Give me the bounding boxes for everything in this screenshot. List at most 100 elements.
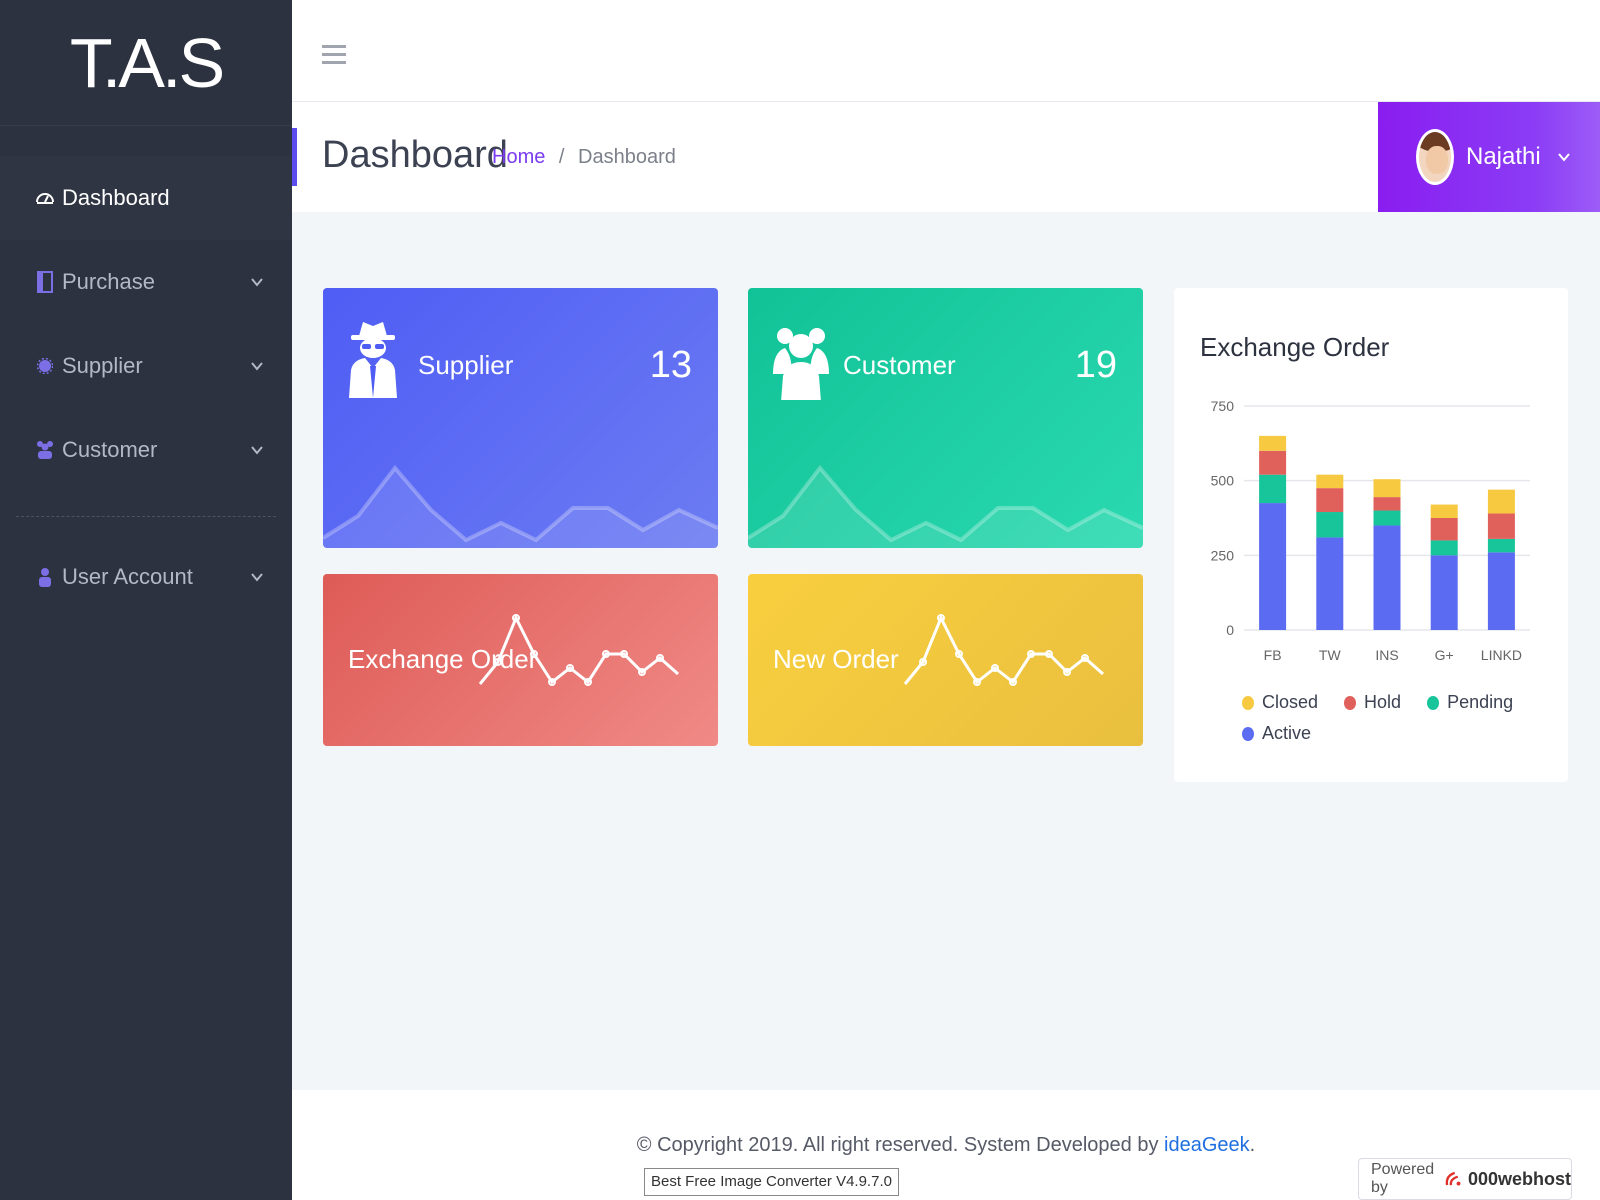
exchange-order-chart-panel: Exchange Order 0 250 500 750 FB TW INS G+ LINKD … — [1174, 288, 1568, 782]
x-tick-label: INS — [1375, 647, 1398, 663]
legend-dot-icon — [1427, 695, 1440, 710]
legend-dot-icon — [1242, 695, 1254, 710]
supplier-card[interactable]: Supplier 13 — [323, 288, 718, 548]
user-name: Najathi — [1466, 143, 1541, 170]
sidebar-item-label: User Account — [62, 564, 193, 589]
card-title: Supplier — [418, 350, 514, 380]
legend-label: Hold — [1364, 692, 1402, 712]
sidebar-item-label: Dashboard — [62, 185, 170, 210]
x-tick-label: TW — [1319, 647, 1342, 663]
sidebar: T.A.S Dashboard Purchase Supplier Custom… — [0, 0, 292, 1200]
powered-by-label: Powered by — [1371, 1161, 1435, 1196]
bar-closed-tw — [1316, 474, 1344, 489]
bar-hold-fb — [1259, 450, 1287, 475]
sidebar-item-purchase[interactable]: Purchase — [0, 240, 292, 324]
chart-legend: Closed Hold Pending Active — [1242, 692, 1542, 754]
sidebar-nav: Dashboard Purchase Supplier Customer Use… — [0, 126, 292, 619]
legend-label: Pending — [1447, 692, 1514, 712]
breadcrumb-home-link[interactable]: Home — [492, 146, 545, 168]
chevron-down-icon — [251, 446, 263, 455]
sidebar-item-dashboard[interactable]: Dashboard — [0, 156, 292, 240]
x-tick-label: LINKD — [1481, 647, 1522, 663]
breadcrumb: Home / Dashboard — [492, 146, 676, 169]
sparkline — [323, 464, 718, 548]
page-header-accent — [292, 128, 297, 186]
converter-watermark: Best Free Image Converter V4.9.7.0 — [644, 1168, 899, 1196]
chevron-down-icon — [251, 573, 263, 582]
bar-active-tw — [1316, 537, 1344, 630]
y-tick-label: 250 — [1211, 547, 1235, 563]
sidebar-item-label: Purchase — [62, 269, 155, 294]
bar-active-ins — [1373, 525, 1401, 630]
copyright-label: © Copyright 2019. All right reserved. Sy… — [636, 1134, 1165, 1156]
bar-pending-g+ — [1430, 540, 1458, 556]
sparkline — [478, 614, 679, 686]
bar-hold-linkd — [1487, 513, 1515, 539]
users-icon — [773, 328, 829, 400]
new-order-card[interactable]: New Order — [748, 574, 1143, 746]
brand-logo[interactable]: T.A.S — [0, 0, 292, 126]
bar-active-linkd — [1487, 552, 1515, 630]
breadcrumb-current: Dashboard — [578, 146, 676, 168]
bar-pending-tw — [1316, 512, 1344, 538]
x-tick-label: G+ — [1435, 647, 1454, 663]
topbar — [292, 0, 1600, 102]
sidebar-item-supplier[interactable]: Supplier — [0, 324, 292, 408]
y-tick-label: 500 — [1211, 473, 1235, 489]
bar-closed-g+ — [1430, 504, 1458, 518]
chevron-down-icon — [251, 362, 263, 371]
bar-hold-g+ — [1430, 518, 1458, 541]
spy-icon — [349, 322, 397, 398]
brand-title: T.A.S — [69, 23, 225, 102]
legend-item: Active — [1242, 723, 1311, 744]
supplier-icon — [32, 355, 58, 377]
legend-dot-icon — [1242, 726, 1254, 741]
purchase-icon — [32, 271, 58, 293]
menu-toggle-icon[interactable] — [322, 45, 346, 69]
dashboard-icon — [32, 187, 58, 209]
chevron-down-icon — [251, 278, 263, 287]
sidebar-divider — [16, 516, 276, 517]
bar-active-fb — [1259, 503, 1287, 630]
bar-closed-ins — [1373, 479, 1401, 498]
card-count: 19 — [1074, 344, 1117, 386]
avatar — [1416, 129, 1454, 185]
user-menu[interactable]: Najathi — [1378, 102, 1600, 212]
developer-link[interactable]: ideaGeek — [1164, 1134, 1250, 1156]
customer-card[interactable]: Customer 19 — [748, 288, 1143, 548]
bar-hold-tw — [1316, 488, 1344, 513]
chevron-down-icon — [1557, 153, 1570, 162]
copyright-period: . — [1249, 1134, 1256, 1156]
card-title: New Order — [773, 644, 899, 674]
bar-active-g+ — [1430, 555, 1458, 630]
sidebar-item-customer[interactable]: Customer — [0, 408, 292, 492]
page-header: Dashboard Home / Dashboard Najathi — [292, 102, 1600, 212]
bar-closed-fb — [1259, 435, 1287, 451]
y-tick-label: 0 — [1226, 622, 1234, 638]
legend-label: Active — [1262, 723, 1312, 743]
powered-by-badge[interactable]: Powered by 000webhost — [1358, 1158, 1572, 1200]
sparkline — [903, 614, 1104, 686]
host-logo-icon — [1445, 1171, 1461, 1186]
sparkline — [748, 464, 1143, 548]
host-name: 000webhost — [1467, 1168, 1571, 1189]
legend-item: Hold — [1344, 692, 1401, 713]
bar-closed-linkd — [1487, 489, 1515, 514]
bar-pending-fb — [1259, 474, 1287, 504]
copyright-text: © Copyright 2019. All right reserved. Sy… — [292, 1134, 1600, 1157]
stacked-bar-chart: 0 250 500 750 FB TW INS G+ LINKD — [1211, 398, 1530, 663]
bar-pending-ins — [1373, 510, 1401, 526]
legend-item: Pending — [1427, 692, 1513, 713]
sidebar-item-label: Customer — [62, 437, 158, 462]
exchange-order-card[interactable]: Exchange Order — [323, 574, 718, 746]
y-tick-label: 750 — [1211, 398, 1235, 414]
sidebar-item-user-account[interactable]: User Account — [0, 535, 292, 619]
sidebar-item-label: Supplier — [62, 353, 143, 378]
x-tick-label: FB — [1264, 647, 1282, 663]
bar-hold-ins — [1373, 497, 1401, 511]
footer: © Copyright 2019. All right reserved. Sy… — [292, 1090, 1600, 1200]
breadcrumb-separator: / — [558, 146, 565, 168]
user-icon — [32, 566, 58, 588]
legend-dot-icon — [1344, 695, 1357, 710]
bar-pending-linkd — [1487, 538, 1515, 553]
